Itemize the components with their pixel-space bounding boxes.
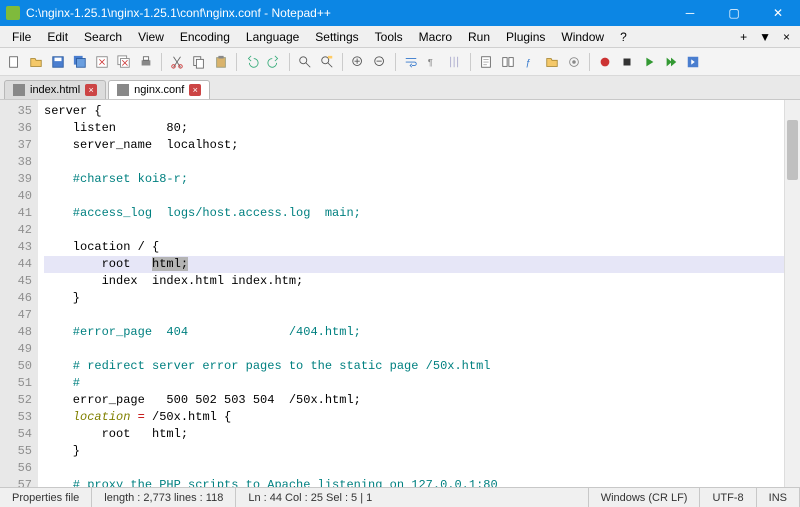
editor: 3536373839404142434445464748495051525354… <box>0 100 800 487</box>
menu-language[interactable]: Language <box>238 28 307 46</box>
close-button[interactable]: ✕ <box>756 0 800 26</box>
zoom-out-icon[interactable] <box>370 52 390 72</box>
tab-index-html[interactable]: index.html × <box>4 80 106 99</box>
save-all-icon[interactable] <box>70 52 90 72</box>
doc-map-icon[interactable] <box>476 52 496 72</box>
tab-close-icon[interactable]: × <box>189 84 201 96</box>
wordwrap-icon[interactable] <box>401 52 421 72</box>
vertical-scrollbar[interactable] <box>784 100 800 487</box>
scrollbar-thumb[interactable] <box>787 120 798 180</box>
new-file-icon[interactable] <box>4 52 24 72</box>
open-file-icon[interactable] <box>26 52 46 72</box>
record-macro-icon[interactable] <box>595 52 615 72</box>
window-title: C:\nginx-1.25.1\nginx-1.25.1\conf\nginx.… <box>26 6 668 20</box>
status-insert-mode: INS <box>757 488 800 507</box>
play-macro-icon[interactable] <box>639 52 659 72</box>
titlebar: C:\nginx-1.25.1\nginx-1.25.1\conf\nginx.… <box>0 0 800 26</box>
menubar-right-symbol[interactable]: + <box>734 30 753 44</box>
doc-list-icon[interactable] <box>498 52 518 72</box>
menubar-right-symbol[interactable]: × <box>777 30 796 44</box>
menu-macro[interactable]: Macro <box>411 28 460 46</box>
save-icon[interactable] <box>48 52 68 72</box>
close-file-icon[interactable] <box>92 52 112 72</box>
status-length: length : 2,773 lines : 118 <box>92 488 236 507</box>
replace-icon[interactable] <box>317 52 337 72</box>
menu-view[interactable]: View <box>130 28 172 46</box>
file-icon <box>13 84 25 96</box>
status-eol: Windows (CR LF) <box>589 488 701 507</box>
app-icon <box>6 6 20 20</box>
play-multi-icon[interactable] <box>661 52 681 72</box>
status-position: Ln : 44 Col : 25 Sel : 5 | 1 <box>236 488 588 507</box>
menu-tools[interactable]: Tools <box>367 28 411 46</box>
menu-file[interactable]: File <box>4 28 39 46</box>
print-icon[interactable] <box>136 52 156 72</box>
file-icon <box>117 84 129 96</box>
folder-icon[interactable] <box>542 52 562 72</box>
svg-text:ƒ: ƒ <box>526 57 531 68</box>
menu-help[interactable]: ? <box>612 28 635 46</box>
svg-text:¶: ¶ <box>428 57 433 68</box>
stop-macro-icon[interactable] <box>617 52 637 72</box>
tab-label: index.html <box>30 84 80 96</box>
tab-label: nginx.conf <box>134 84 184 96</box>
find-icon[interactable] <box>295 52 315 72</box>
menu-encoding[interactable]: Encoding <box>172 28 238 46</box>
func-list-icon[interactable]: ƒ <box>520 52 540 72</box>
tabbar: index.html × nginx.conf × <box>0 76 800 100</box>
menu-window[interactable]: Window <box>553 28 612 46</box>
menubar-right-symbol[interactable]: ▼ <box>753 30 777 44</box>
menu-settings[interactable]: Settings <box>307 28 366 46</box>
toolbar: ¶ ƒ <box>0 48 800 76</box>
minimize-button[interactable]: ─ <box>668 0 712 26</box>
maximize-button[interactable]: ▢ <box>712 0 756 26</box>
redo-icon[interactable] <box>264 52 284 72</box>
indent-guide-icon[interactable] <box>445 52 465 72</box>
save-macro-icon[interactable] <box>683 52 703 72</box>
close-all-icon[interactable] <box>114 52 134 72</box>
status-filetype: Properties file <box>0 488 92 507</box>
zoom-in-icon[interactable] <box>348 52 368 72</box>
cut-icon[interactable] <box>167 52 187 72</box>
menubar: FileEditSearchViewEncodingLanguageSettin… <box>0 26 800 48</box>
menu-run[interactable]: Run <box>460 28 498 46</box>
undo-icon[interactable] <box>242 52 262 72</box>
code-area[interactable]: server { listen 80; server_name localhos… <box>38 100 784 487</box>
copy-icon[interactable] <box>189 52 209 72</box>
tab-close-icon[interactable]: × <box>85 84 97 96</box>
tab-nginx-conf[interactable]: nginx.conf × <box>108 80 210 99</box>
paste-icon[interactable] <box>211 52 231 72</box>
line-gutter: 3536373839404142434445464748495051525354… <box>0 100 38 487</box>
statusbar: Properties file length : 2,773 lines : 1… <box>0 487 800 507</box>
menu-plugins[interactable]: Plugins <box>498 28 553 46</box>
show-chars-icon[interactable]: ¶ <box>423 52 443 72</box>
status-encoding: UTF-8 <box>700 488 756 507</box>
monitor-icon[interactable] <box>564 52 584 72</box>
menu-edit[interactable]: Edit <box>39 28 76 46</box>
menu-search[interactable]: Search <box>76 28 130 46</box>
